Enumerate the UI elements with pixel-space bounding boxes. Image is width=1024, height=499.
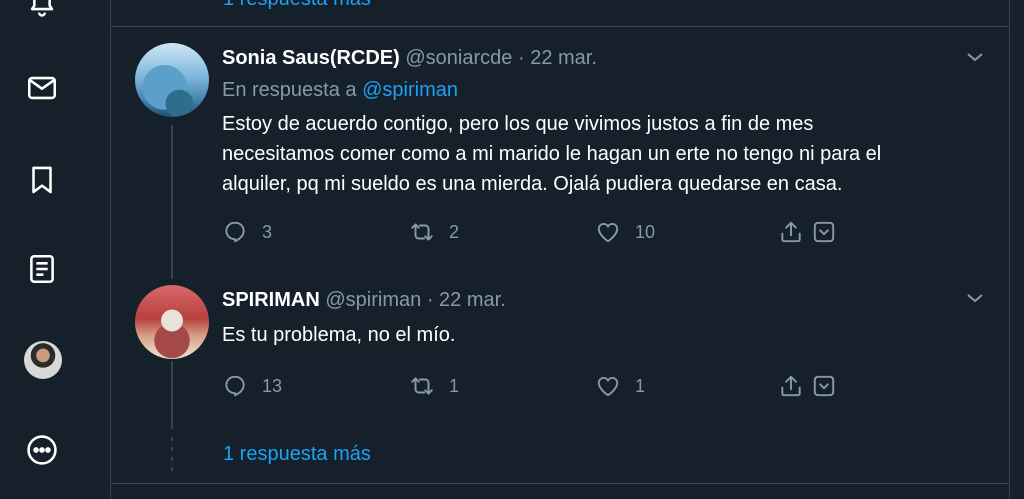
user-handle[interactable]: @spiriman [325, 289, 421, 311]
separator: · [426, 289, 434, 311]
like-icon [597, 376, 619, 397]
retweet-count: 1 [449, 375, 460, 396]
thread-dotted-line [171, 437, 173, 473]
like-count: 1 [635, 375, 646, 396]
display-name[interactable]: Sonia Saus(RCDE) [222, 47, 400, 69]
like-icon [597, 222, 619, 243]
show-more-replies-link[interactable]: 1 respuesta más [223, 443, 371, 466]
reply-count: 3 [262, 221, 273, 242]
tweet-text: Es tu problema, no el mío. [222, 320, 992, 350]
reply-prefix: En respuesta a [222, 79, 357, 101]
conversation-timeline: 1 respuesta más Sonia Saus(RCDE) @soniar… [110, 0, 1010, 499]
like-button[interactable]: 1 [595, 373, 645, 399]
tweet-text: Estoy de acuerdo contigo, pero los que v… [222, 109, 992, 199]
chevron-down-icon[interactable] [963, 286, 987, 310]
like-button[interactable]: 10 [595, 219, 655, 245]
tweet-header: SPIRIMAN @spiriman · 22 mar. [222, 289, 506, 312]
display-name[interactable]: SPIRIMAN [222, 289, 320, 311]
retweet-button[interactable]: 1 [409, 373, 459, 399]
profile-avatar[interactable] [24, 341, 62, 379]
avatar[interactable] [135, 285, 209, 359]
tip-button[interactable] [811, 219, 851, 245]
retweet-count: 2 [449, 221, 460, 242]
more-icon[interactable] [22, 430, 62, 470]
list-icon[interactable] [22, 249, 62, 289]
tweet-header: Sonia Saus(RCDE) @soniarcde · 22 mar. [222, 47, 597, 70]
user-handle[interactable]: @soniarcde [405, 47, 512, 69]
thread-line [171, 361, 173, 429]
bookmark-icon[interactable] [22, 160, 62, 200]
tweet-text-line: Es tu problema, no el mío. [222, 324, 456, 346]
reply-context: En respuesta a @spiriman [222, 79, 458, 102]
sidebar-nav [0, 0, 110, 499]
tweet-text-line: alquiler, pq mi sueldo es una mierda. Oj… [222, 173, 843, 195]
reply-icon [225, 221, 245, 243]
tip-button[interactable] [811, 373, 851, 399]
tweet-date[interactable]: 22 mar. [439, 289, 506, 311]
mail-icon[interactable] [22, 68, 62, 108]
tweet-text-line: necesitamos comer como a mi marido le ha… [222, 143, 882, 165]
reply-button[interactable]: 13 [222, 373, 282, 399]
divider [111, 483, 1009, 484]
retweet-icon [411, 223, 433, 241]
share-icon [781, 221, 801, 243]
retweet-button[interactable]: 2 [409, 219, 459, 245]
avatar[interactable] [135, 43, 209, 117]
tweet-text-line: Estoy de acuerdo contigo, pero los que v… [222, 113, 814, 135]
like-count: 10 [635, 221, 656, 242]
reply-mention[interactable]: @spiriman [362, 79, 458, 101]
thread-line [171, 125, 173, 279]
bell-icon[interactable] [22, 0, 62, 22]
share-icon [781, 375, 801, 397]
tip-icon [813, 375, 835, 397]
show-more-replies-link-top[interactable]: 1 respuesta más [223, 0, 371, 11]
reply-count: 13 [262, 375, 283, 396]
reply-icon [225, 375, 245, 397]
tweet[interactable]: Sonia Saus(RCDE) @soniarcde · 22 mar. En… [111, 27, 1009, 283]
retweet-icon [411, 377, 433, 395]
reply-button[interactable]: 3 [222, 219, 272, 245]
tweet-date[interactable]: 22 mar. [530, 47, 597, 69]
separator: · [517, 47, 525, 69]
chevron-down-icon[interactable] [963, 45, 987, 69]
tip-icon [813, 221, 835, 243]
